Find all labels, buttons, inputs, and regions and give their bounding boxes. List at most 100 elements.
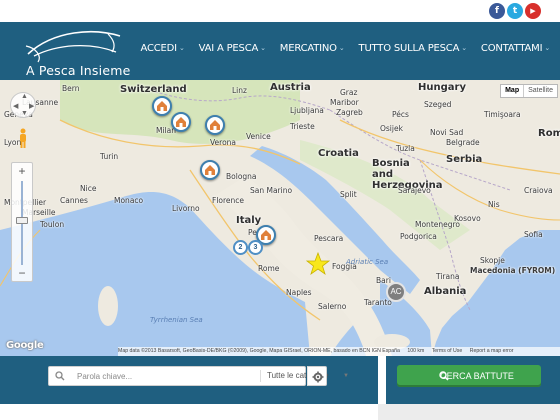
- dark-cluster-marker[interactable]: AC: [386, 282, 406, 302]
- nav-label: VAI A PESCA: [198, 43, 259, 54]
- search-button-label: CERCA BATTUTE: [440, 371, 514, 381]
- map-label: Sarajevo: [398, 186, 431, 195]
- map-type-control: Map Satellite: [500, 84, 558, 98]
- map-label: Serbia: [446, 154, 483, 165]
- chevron-down-icon: ⌄: [544, 44, 550, 52]
- map-label: Turin: [100, 152, 119, 161]
- pan-down-icon[interactable]: ▼: [21, 110, 28, 117]
- search-bar: Tutte le categorie ▼ CERCA BATTUTE: [0, 356, 560, 404]
- page: f t ▶ A Pesca Insieme ACCEDI ⌄ VAI A PESC…: [0, 0, 560, 420]
- map-type-satellite-button[interactable]: Satellite: [524, 85, 557, 97]
- nav-accedi[interactable]: ACCEDI ⌄: [141, 43, 185, 54]
- nav-vai-a-pesca[interactable]: VAI A PESCA ⌄: [199, 43, 266, 54]
- terms-link[interactable]: Terms of Use: [432, 348, 463, 354]
- map-label: Linz: [232, 86, 247, 95]
- divider: [260, 370, 261, 382]
- social-bar: f t ▶: [0, 0, 560, 22]
- pan-left-icon[interactable]: ◀: [13, 102, 18, 110]
- home-marker-icon[interactable]: [171, 112, 191, 132]
- map-view[interactable]: Switzerland Austria Hungary Croatia Bosn…: [0, 80, 560, 356]
- map-label: Venice: [246, 132, 271, 141]
- map-label: Bologna: [226, 172, 257, 181]
- keyword-input[interactable]: [77, 367, 257, 385]
- map-label: Pécs: [392, 110, 409, 119]
- map-label: Maribor: [330, 98, 359, 107]
- nav-contattami[interactable]: CONTATTAMI ⌄: [481, 43, 550, 54]
- map-label: Graz: [340, 88, 358, 97]
- map-label: Skopje: [480, 256, 505, 265]
- zoom-slider-handle[interactable]: [16, 217, 28, 224]
- map-type-map-button[interactable]: Map: [501, 85, 525, 97]
- map-label: Verona: [210, 138, 237, 147]
- chevron-down-icon: ⌄: [178, 44, 185, 52]
- map-label: Croatia: [318, 148, 359, 159]
- nav-mercatino[interactable]: MERCATINO ⌄: [280, 43, 345, 54]
- map-label: Timişoara: [484, 110, 521, 119]
- search-icon: [439, 371, 449, 381]
- home-marker-icon[interactable]: [200, 160, 220, 180]
- facebook-icon[interactable]: f: [489, 3, 505, 19]
- zoom-in-button[interactable]: +: [12, 163, 32, 179]
- search-button[interactable]: CERCA BATTUTE: [397, 365, 541, 387]
- map-label: Tirana: [436, 272, 460, 281]
- sidebar-strip: [378, 404, 560, 420]
- nav-label: ACCEDI: [140, 43, 178, 54]
- scale-label: 100 km: [407, 348, 425, 354]
- zoom-out-button[interactable]: −: [12, 265, 32, 281]
- cluster-marker[interactable]: 2: [233, 240, 248, 255]
- pan-control[interactable]: ▲ ▼ ◀ ▶: [10, 92, 36, 118]
- map-label: Livorno: [172, 204, 200, 213]
- map-label: Italy: [236, 215, 262, 226]
- advanced-options-button[interactable]: [307, 366, 327, 386]
- gear-icon: [312, 371, 324, 383]
- nav-tutto-sulla-pesca[interactable]: TUTTO SULLA PESCA ⌄: [358, 43, 468, 54]
- map-label: Novi Sad: [430, 128, 464, 137]
- zoom-control[interactable]: + −: [11, 162, 33, 282]
- map-label: Podgorica: [400, 232, 437, 241]
- map-label: Rom: [538, 128, 560, 139]
- google-logo[interactable]: Google: [6, 340, 44, 351]
- twitter-icon[interactable]: t: [507, 3, 523, 19]
- map-label: Naples: [286, 288, 312, 297]
- search-icon: [55, 371, 65, 381]
- nav-label: TUTTO SULLA PESCA: [358, 43, 460, 54]
- nav-label: MERCATINO: [279, 43, 337, 54]
- pegman-icon[interactable]: [18, 128, 28, 150]
- section-divider: [378, 356, 386, 404]
- cluster-marker[interactable]: 3: [248, 240, 263, 255]
- chevron-down-icon: ⌄: [461, 44, 467, 52]
- map-label: Hungary: [418, 82, 466, 93]
- main-nav: ACCEDI ⌄ VAI A PESCA ⌄ MERCATINO ⌄ TUTTO SU…: [127, 43, 551, 54]
- map-label: Austria: [270, 82, 311, 93]
- youtube-icon[interactable]: ▶: [525, 3, 541, 19]
- map-label: Bern: [62, 84, 80, 93]
- home-marker-icon[interactable]: [152, 96, 172, 116]
- map-label: Belgrade: [446, 138, 480, 147]
- report-error-link[interactable]: Report a map error: [470, 348, 514, 354]
- map-label: Nis: [488, 200, 500, 209]
- map-label: Trieste: [290, 122, 315, 131]
- search-box: Tutte le categorie ▼: [48, 366, 349, 386]
- map-label: Nice: [80, 184, 97, 193]
- map-label: San Marino: [250, 186, 293, 195]
- nav-label: CONTATTAMI: [480, 43, 543, 54]
- map-label: Kosovo: [454, 214, 481, 223]
- attribution-text: Map data ©2013 Basarsoft, GeoBasis-DE/BK…: [118, 348, 400, 354]
- home-marker-icon[interactable]: [205, 115, 225, 135]
- map-label: Craiova: [524, 186, 553, 195]
- site-header: A Pesca Insieme ACCEDI ⌄ VAI A PESCA ⌄ MER…: [0, 22, 560, 80]
- chevron-down-icon: ⌄: [338, 44, 345, 52]
- map-label: Osijek: [380, 124, 403, 133]
- star-marker-icon[interactable]: [306, 252, 330, 276]
- map-label: Zagreb: [336, 108, 363, 117]
- pan-up-icon[interactable]: ▲: [21, 93, 28, 100]
- map-label: Sofia: [524, 230, 543, 239]
- brand-name[interactable]: A Pesca Insieme: [26, 63, 130, 78]
- map-label: Monaco: [114, 196, 144, 205]
- pan-right-icon[interactable]: ▶: [29, 102, 34, 110]
- fish-logo-icon[interactable]: [24, 26, 124, 64]
- map-label: Florence: [212, 196, 245, 205]
- map-label: Taranto: [364, 298, 392, 307]
- chevron-down-icon: ⌄: [260, 44, 266, 52]
- map-label: Tuzla: [396, 144, 415, 153]
